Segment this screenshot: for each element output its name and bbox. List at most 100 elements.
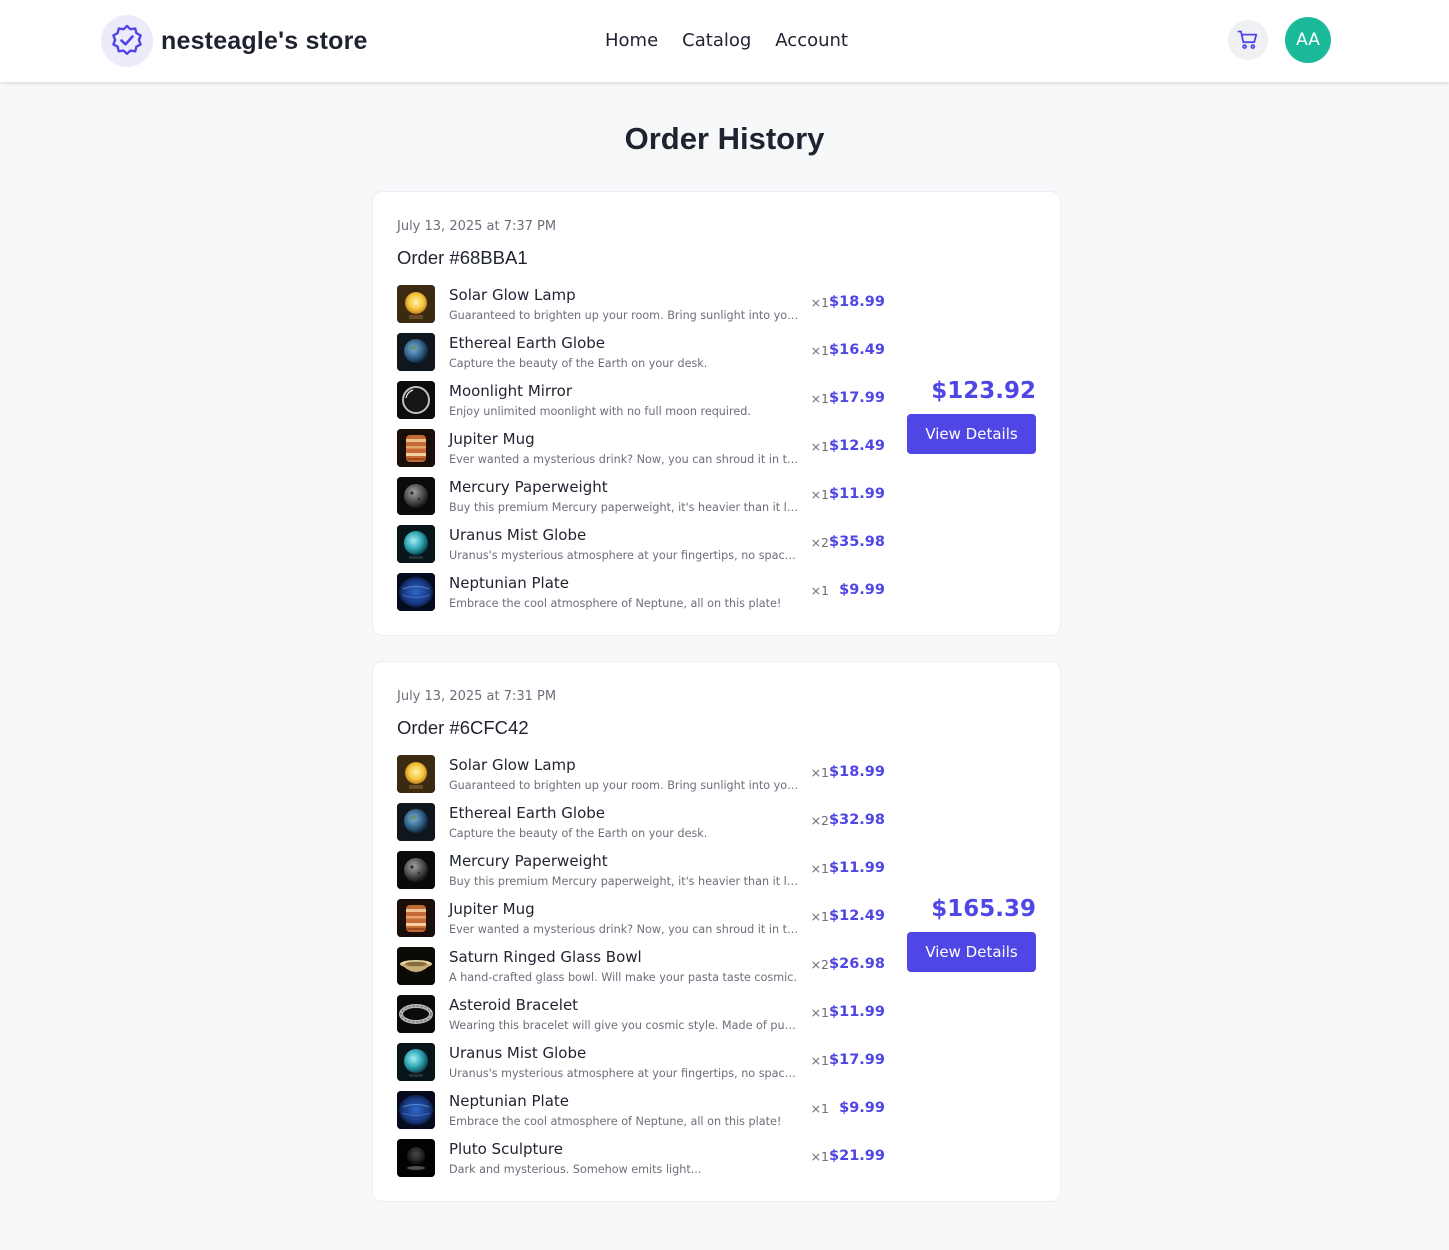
product-description: Embrace the cool atmosphere of Neptune, …: [449, 597, 782, 610]
product-description: Buy this premium Mercury paperweight, it…: [449, 501, 799, 514]
order-items-list: Solar Glow Lamp Guaranteed to brighten up…: [397, 285, 887, 621]
product-thumbnail[interactable]: [397, 333, 435, 371]
product-name[interactable]: Neptunian Plate: [449, 574, 569, 592]
item-quantity: ×2: [810, 957, 829, 972]
order-item-row: Solar Glow Lamp Guaranteed to brighten up…: [397, 755, 887, 803]
order-card: July 13, 2025 at 7:37 PM Order #68BBA1 S…: [372, 191, 1061, 636]
product-thumbnail[interactable]: [397, 755, 435, 793]
product-name[interactable]: Solar Glow Lamp: [449, 756, 576, 774]
product-description: Guaranteed to brighten up your room. Bri…: [449, 779, 799, 792]
product-name[interactable]: Asteroid Bracelet: [449, 996, 578, 1014]
product-thumbnail[interactable]: [397, 477, 435, 515]
product-description: Dark and mysterious. Somehow emits light…: [449, 1163, 702, 1176]
item-price: $21.99: [829, 1148, 885, 1164]
item-price: $11.99: [829, 860, 885, 876]
shopping-cart-icon: [1237, 30, 1258, 49]
item-quantity: ×1: [810, 295, 829, 310]
product-thumbnail[interactable]: [397, 851, 435, 889]
product-name[interactable]: Ethereal Earth Globe: [449, 804, 605, 822]
product-name[interactable]: Ethereal Earth Globe: [449, 334, 605, 352]
item-price: $17.99: [829, 1052, 885, 1068]
product-thumbnail[interactable]: [397, 899, 435, 937]
product-description: Guaranteed to brighten up your room. Bri…: [449, 309, 799, 322]
item-quantity: ×1: [810, 439, 829, 454]
product-description: Wearing this bracelet will give you cosm…: [449, 1019, 799, 1032]
product-thumbnail[interactable]: [397, 573, 435, 611]
order-id: Order #6CFC42: [397, 717, 529, 738]
item-price: $11.99: [829, 486, 885, 502]
product-name[interactable]: Mercury Paperweight: [449, 852, 608, 870]
product-name[interactable]: Moonlight Mirror: [449, 382, 572, 400]
item-price: $32.98: [829, 812, 885, 828]
order-date: July 13, 2025 at 7:31 PM: [397, 689, 557, 704]
product-name[interactable]: Neptunian Plate: [449, 1092, 569, 1110]
order-item-row: Mercury Paperweight Buy this premium Merc…: [397, 477, 887, 525]
product-thumbnail[interactable]: [397, 525, 435, 563]
item-price: $11.99: [829, 1004, 885, 1020]
order-item-row: Neptunian Plate Embrace the cool atmosphe…: [397, 1091, 887, 1139]
product-name[interactable]: Uranus Mist Globe: [449, 1044, 586, 1062]
item-quantity: ×1: [810, 391, 829, 406]
top-navbar: nesteagle's store Home Catalog Account A…: [0, 0, 1449, 82]
item-quantity: ×1: [810, 1005, 829, 1020]
item-price: $18.99: [829, 294, 885, 310]
order-item-row: Uranus Mist Globe Uranus's mysterious atm…: [397, 1043, 887, 1091]
product-thumbnail[interactable]: [397, 285, 435, 323]
product-description: Capture the beauty of the Earth on your …: [449, 827, 708, 840]
product-thumbnail[interactable]: [397, 1043, 435, 1081]
product-name[interactable]: Jupiter Mug: [449, 900, 535, 918]
order-date: July 13, 2025 at 7:37 PM: [397, 219, 557, 234]
order-card: July 13, 2025 at 7:31 PM Order #6CFC42 S…: [372, 661, 1061, 1202]
item-quantity: ×1: [810, 861, 829, 876]
order-item-row: Ethereal Earth Globe Capture the beauty o…: [397, 803, 887, 851]
item-price: $9.99: [839, 1100, 885, 1116]
product-name[interactable]: Solar Glow Lamp: [449, 286, 576, 304]
order-item-row: Uranus Mist Globe Uranus's mysterious atm…: [397, 525, 887, 573]
order-total: $123.92: [931, 378, 1036, 404]
item-price: $16.49: [829, 342, 885, 358]
user-avatar[interactable]: AA: [1285, 17, 1331, 63]
page-title: Order History: [624, 121, 825, 156]
order-item-row: Saturn Ringed Glass Bowl A hand-crafted g…: [397, 947, 887, 995]
nav-home-link[interactable]: Home: [605, 30, 658, 51]
item-quantity: ×1: [810, 765, 829, 780]
product-description: Ever wanted a mysterious drink? Now, you…: [449, 453, 799, 466]
order-item-row: Pluto Sculpture Dark and mysterious. Some…: [397, 1139, 887, 1187]
product-thumbnail[interactable]: [397, 995, 435, 1033]
product-name[interactable]: Mercury Paperweight: [449, 478, 608, 496]
product-description: Ever wanted a mysterious drink? Now, you…: [449, 923, 799, 936]
product-description: A hand-crafted glass bowl. Will make you…: [449, 971, 797, 984]
product-description: Uranus's mysterious atmosphere at your f…: [449, 549, 799, 562]
product-thumbnail[interactable]: [397, 803, 435, 841]
order-item-row: Solar Glow Lamp Guaranteed to brighten up…: [397, 285, 887, 333]
item-quantity: ×1: [810, 583, 829, 598]
order-item-row: Asteroid Bracelet Wearing this bracelet w…: [397, 995, 887, 1043]
item-quantity: ×1: [810, 487, 829, 502]
product-name[interactable]: Uranus Mist Globe: [449, 526, 586, 544]
product-thumbnail[interactable]: [397, 429, 435, 467]
item-quantity: ×1: [810, 909, 829, 924]
view-details-button[interactable]: View Details: [907, 932, 1036, 972]
item-price: $26.98: [829, 956, 885, 972]
product-name[interactable]: Pluto Sculpture: [449, 1140, 563, 1158]
order-item-row: Jupiter Mug Ever wanted a mysterious drin…: [397, 429, 887, 477]
product-name[interactable]: Jupiter Mug: [449, 430, 535, 448]
nav-catalog-link[interactable]: Catalog: [682, 30, 751, 51]
item-price: $17.99: [829, 390, 885, 406]
item-quantity: ×2: [810, 535, 829, 550]
order-item-row: Neptunian Plate Embrace the cool atmosphe…: [397, 573, 887, 621]
view-details-button[interactable]: View Details: [907, 414, 1036, 454]
product-description: Buy this premium Mercury paperweight, it…: [449, 875, 799, 888]
product-thumbnail[interactable]: [397, 947, 435, 985]
cart-button[interactable]: [1228, 20, 1268, 60]
order-item-row: Moonlight Mirror Enjoy unlimited moonligh…: [397, 381, 887, 429]
product-thumbnail[interactable]: [397, 381, 435, 419]
item-quantity: ×1: [810, 343, 829, 358]
order-items-list: Solar Glow Lamp Guaranteed to brighten up…: [397, 755, 887, 1187]
item-quantity: ×2: [810, 813, 829, 828]
item-quantity: ×1: [810, 1053, 829, 1068]
product-name[interactable]: Saturn Ringed Glass Bowl: [449, 948, 642, 966]
product-thumbnail[interactable]: [397, 1091, 435, 1129]
nav-account-link[interactable]: Account: [775, 30, 848, 51]
product-thumbnail[interactable]: [397, 1139, 435, 1177]
